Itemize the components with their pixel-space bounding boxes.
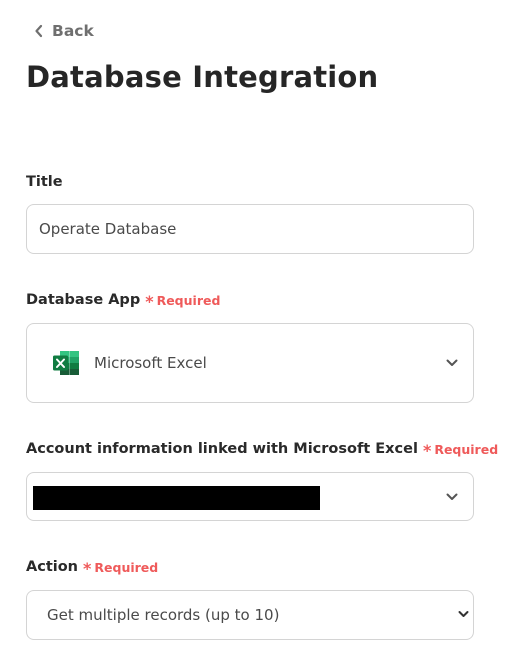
database-app-value: Microsoft Excel [94,354,207,372]
title-label-text: Title [26,174,63,190]
title-field-label: Title [26,174,63,190]
database-app-label-text: Database App [26,292,141,308]
action-select[interactable]: Get multiple records (up to 10) [26,590,474,640]
page-title: Database Integration [26,60,379,94]
database-app-select[interactable]: Microsoft Excel [26,323,474,403]
account-select[interactable] [26,472,474,521]
action-label: Action * Required [26,559,159,578]
required-text: Required [434,441,499,457]
back-link[interactable]: Back [34,20,94,42]
required-asterisk-icon: * [145,292,154,311]
action-label-text: Action [26,559,79,575]
chevron-left-icon [34,24,43,38]
required-asterisk-icon: * [422,441,432,460]
account-label: Account information linked with Microsof… [26,441,499,460]
redacted-account-value [33,486,320,510]
title-input[interactable]: Operate Database [26,204,474,254]
required-asterisk-icon: * [83,559,92,578]
required-text: Required [94,559,159,575]
back-label: Back [52,22,94,40]
action-select-value: Get multiple records (up to 10) [47,606,280,624]
account-label-text: Account information linked with Microsof… [26,441,418,457]
microsoft-excel-icon [27,350,94,376]
title-input-value: Operate Database [39,220,177,238]
required-text: Required [156,292,221,308]
database-app-label: Database App * Required [26,292,221,311]
